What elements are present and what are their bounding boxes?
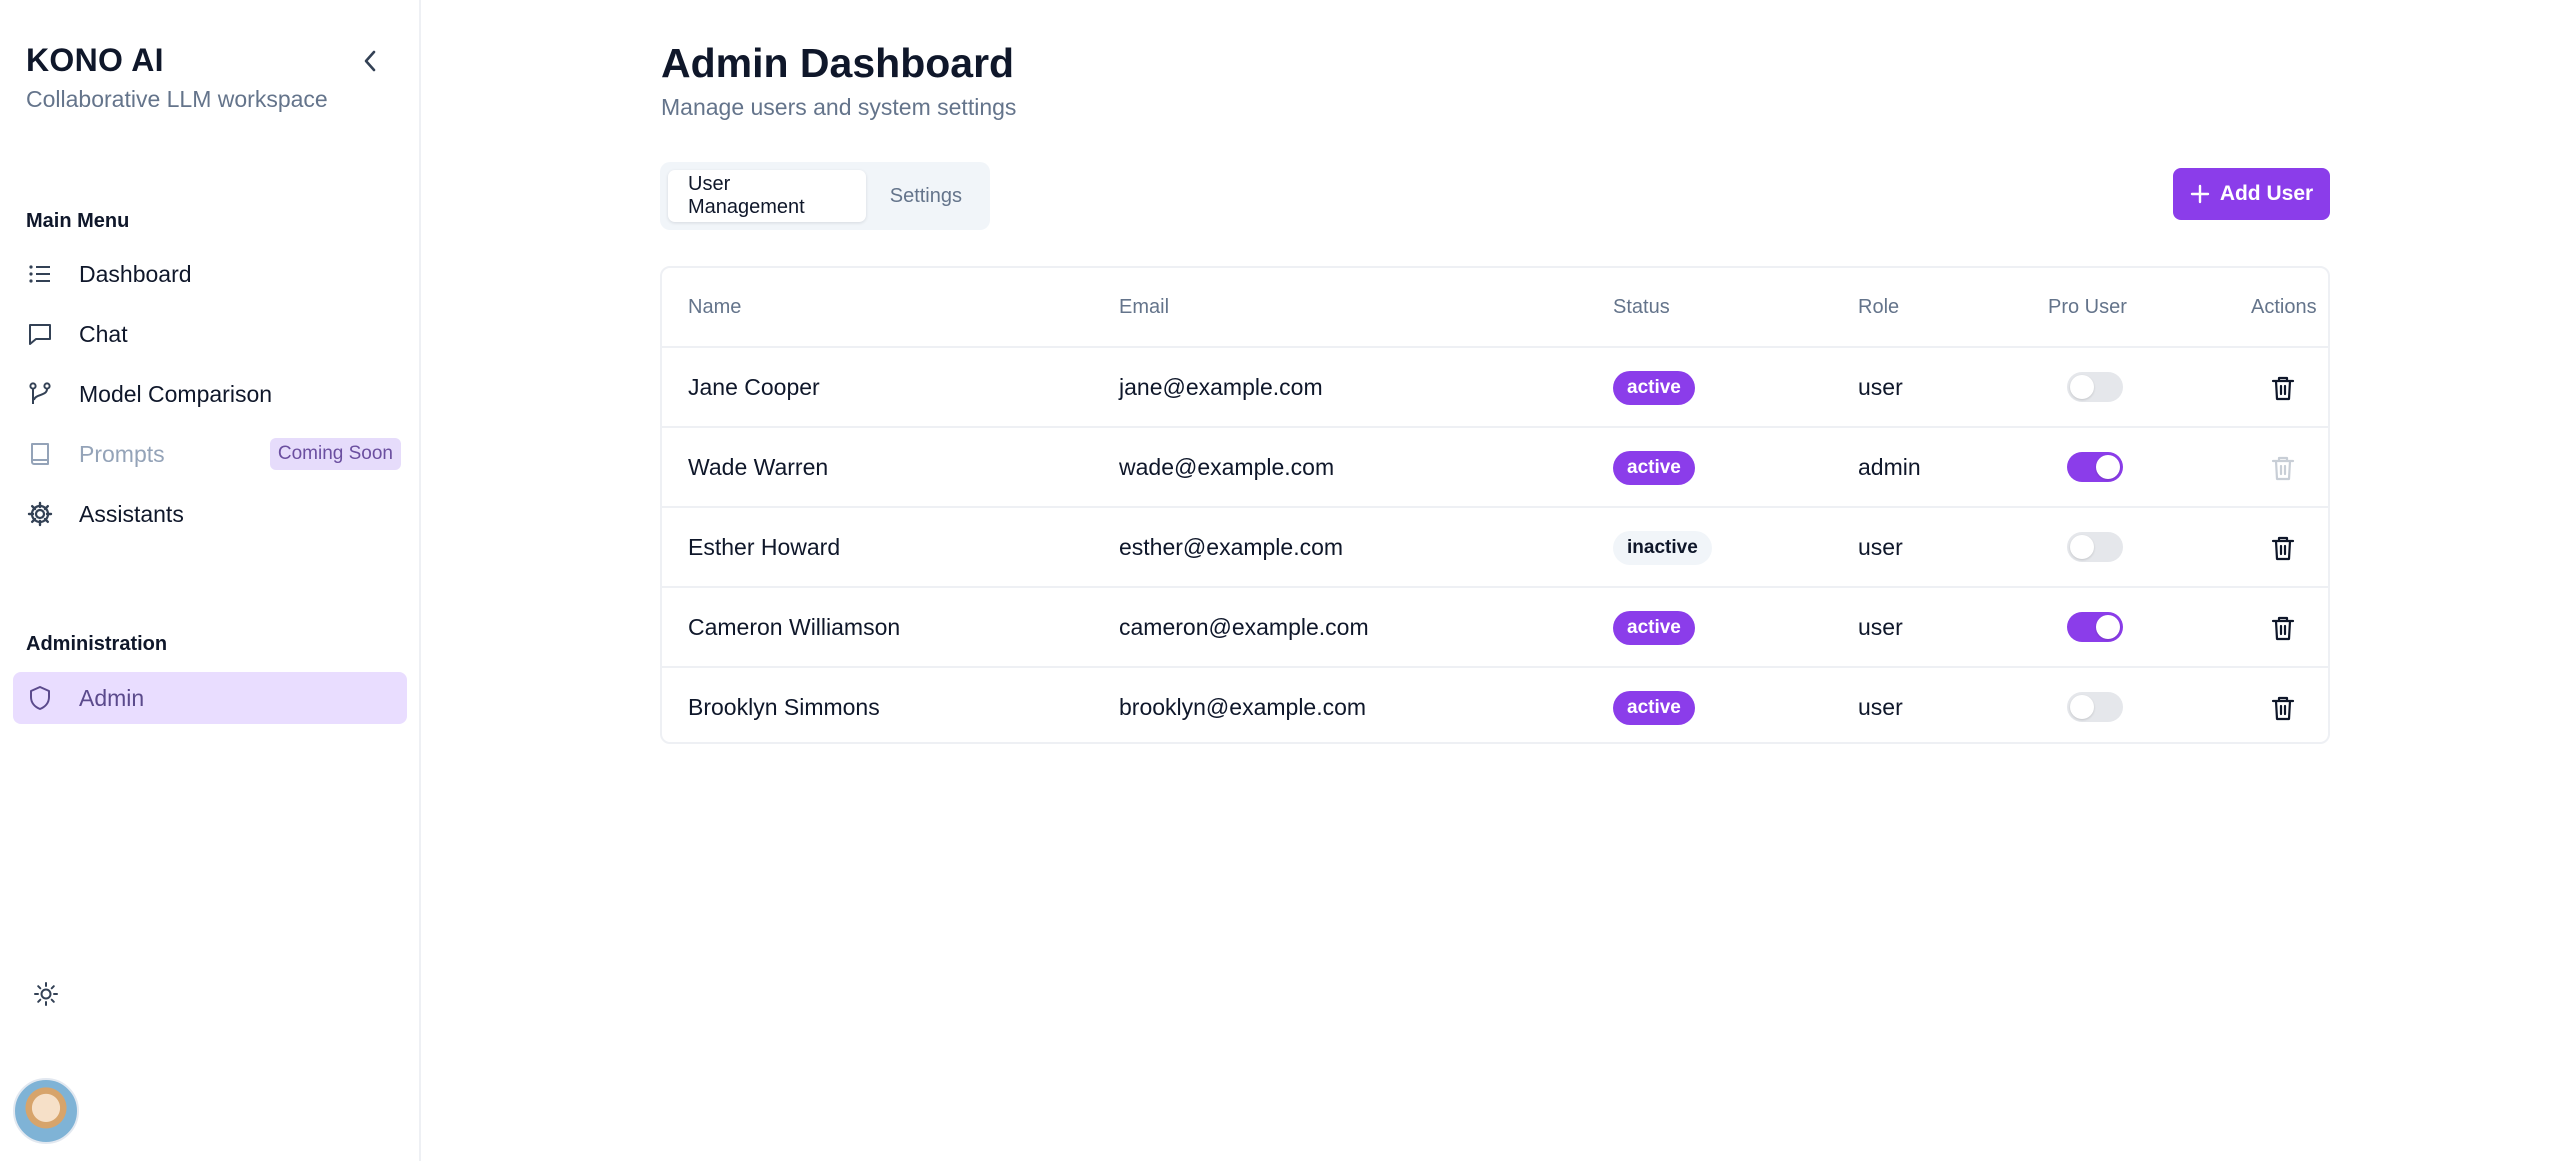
- table-row: Esther Howard esther@example.com inactive u…: [662, 508, 2328, 588]
- toggle-knob: [2070, 535, 2094, 559]
- sidebar-item-assistants[interactable]: Assistants: [13, 488, 407, 540]
- sidebar-item-admin[interactable]: Admin: [13, 672, 407, 724]
- column-header-name: Name: [688, 296, 742, 318]
- user-name: Cameron Williamson: [688, 614, 901, 640]
- tab-user-management[interactable]: User Management: [668, 170, 866, 222]
- user-name: Brooklyn Simmons: [688, 694, 880, 720]
- pro-user-toggle[interactable]: [2067, 372, 2123, 402]
- status-badge: active: [1613, 371, 1695, 405]
- pro-user-toggle[interactable]: [2067, 532, 2123, 562]
- sidebar-item-chat[interactable]: Chat: [13, 308, 407, 360]
- status-badge: inactive: [1613, 531, 1712, 565]
- user-name: Jane Cooper: [688, 374, 820, 400]
- sidebar-item-dashboard[interactable]: Dashboard: [13, 248, 407, 300]
- table-row: Brooklyn Simmons brooklyn@example.com acti…: [662, 668, 2328, 748]
- plus-icon: [2190, 184, 2210, 204]
- delete-user-button[interactable]: [2265, 690, 2301, 726]
- add-user-label: Add User: [2219, 182, 2314, 205]
- coming-soon-badge: Coming Soon: [269, 438, 401, 470]
- delete-user-button[interactable]: [2265, 530, 2301, 566]
- pro-user-toggle[interactable]: [2067, 692, 2123, 722]
- trash-icon: [2271, 616, 2295, 641]
- administration-label: Administration: [26, 633, 168, 655]
- table-row: Cameron Williamson cameron@example.com act…: [662, 588, 2328, 668]
- user-role: admin: [1858, 454, 1921, 480]
- sidebar-item-label: Model Comparison: [79, 380, 273, 407]
- user-role: user: [1858, 374, 1903, 400]
- collapse-sidebar-button[interactable]: [356, 44, 384, 78]
- column-header-role: Role: [1858, 296, 1900, 318]
- main-content: Admin Dashboard Manage users and system …: [421, 0, 2557, 1161]
- status-badge: active: [1613, 691, 1695, 725]
- table-header: Name Email Status Role Pro User Actions: [662, 268, 2328, 348]
- column-header-pro-user: Pro User: [2048, 296, 2127, 318]
- user-email: esther@example.com: [1119, 534, 1344, 560]
- sidebar-item-prompts[interactable]: Prompts Coming Soon: [13, 428, 407, 480]
- user-email: jane@example.com: [1119, 374, 1323, 400]
- delete-user-button[interactable]: [2265, 370, 2301, 406]
- book-icon: [27, 441, 53, 467]
- trash-icon: [2271, 456, 2295, 481]
- user-avatar[interactable]: [13, 1078, 79, 1144]
- trash-icon: [2271, 376, 2295, 401]
- app-root: KONO AI Collaborative LLM workspace Main…: [0, 0, 2557, 1161]
- toggle-knob: [2070, 695, 2094, 719]
- gear-icon: [27, 501, 53, 527]
- sidebar-item-model-comparison[interactable]: Model Comparison: [13, 368, 407, 420]
- user-role: user: [1858, 614, 1903, 640]
- user-role: user: [1858, 694, 1903, 720]
- sidebar-item-label: Dashboard: [79, 260, 192, 287]
- column-header-actions: Actions: [2251, 296, 2317, 318]
- user-name: Wade Warren: [688, 454, 829, 480]
- page-title: Admin Dashboard: [661, 40, 1015, 86]
- sidebar-item-label: Prompts: [79, 440, 165, 467]
- user-email: wade@example.com: [1119, 454, 1335, 480]
- sidebar-item-label: Assistants: [79, 500, 184, 527]
- toggle-knob: [2096, 615, 2120, 639]
- delete-user-button[interactable]: [2265, 610, 2301, 646]
- pro-user-toggle[interactable]: [2067, 612, 2123, 642]
- git-branch-icon: [27, 381, 53, 407]
- trash-icon: [2271, 536, 2295, 561]
- toggle-knob: [2070, 375, 2094, 399]
- user-email: cameron@example.com: [1119, 614, 1369, 640]
- sidebar-item-label: Admin: [79, 684, 145, 711]
- chevron-left-icon: [364, 50, 376, 72]
- delete-user-button[interactable]: [2265, 450, 2301, 486]
- tab-settings[interactable]: Settings: [870, 170, 982, 222]
- list-icon: [27, 261, 53, 287]
- brand-subtitle: Collaborative LLM workspace: [26, 86, 328, 112]
- brand-title: KONO AI: [26, 42, 164, 78]
- pro-user-toggle[interactable]: [2067, 452, 2123, 482]
- user-email: brooklyn@example.com: [1119, 694, 1367, 720]
- add-user-button[interactable]: Add User: [2173, 168, 2330, 220]
- sun-icon: [34, 982, 58, 1006]
- shield-icon: [27, 685, 53, 711]
- user-role: user: [1858, 534, 1903, 560]
- page-subtitle: Manage users and system settings: [661, 94, 1017, 120]
- main-menu-label: Main Menu: [26, 210, 130, 232]
- trash-icon: [2271, 696, 2295, 721]
- theme-toggle-button[interactable]: [30, 978, 62, 1010]
- message-square-icon: [27, 321, 53, 347]
- users-table: Name Email Status Role Pro User Actions …: [660, 266, 2330, 744]
- toggle-knob: [2096, 455, 2120, 479]
- table-row: Wade Warren wade@example.com active admin: [662, 428, 2328, 508]
- status-badge: active: [1613, 451, 1695, 485]
- column-header-email: Email: [1119, 296, 1170, 318]
- user-name: Esther Howard: [688, 534, 841, 560]
- sidebar-item-label: Chat: [79, 320, 128, 347]
- tab-list: User Management Settings: [660, 162, 990, 230]
- table-row: Jane Cooper jane@example.com active user: [662, 348, 2328, 428]
- sidebar: KONO AI Collaborative LLM workspace Main…: [0, 0, 421, 1161]
- column-header-status: Status: [1613, 296, 1670, 318]
- status-badge: active: [1613, 611, 1695, 645]
